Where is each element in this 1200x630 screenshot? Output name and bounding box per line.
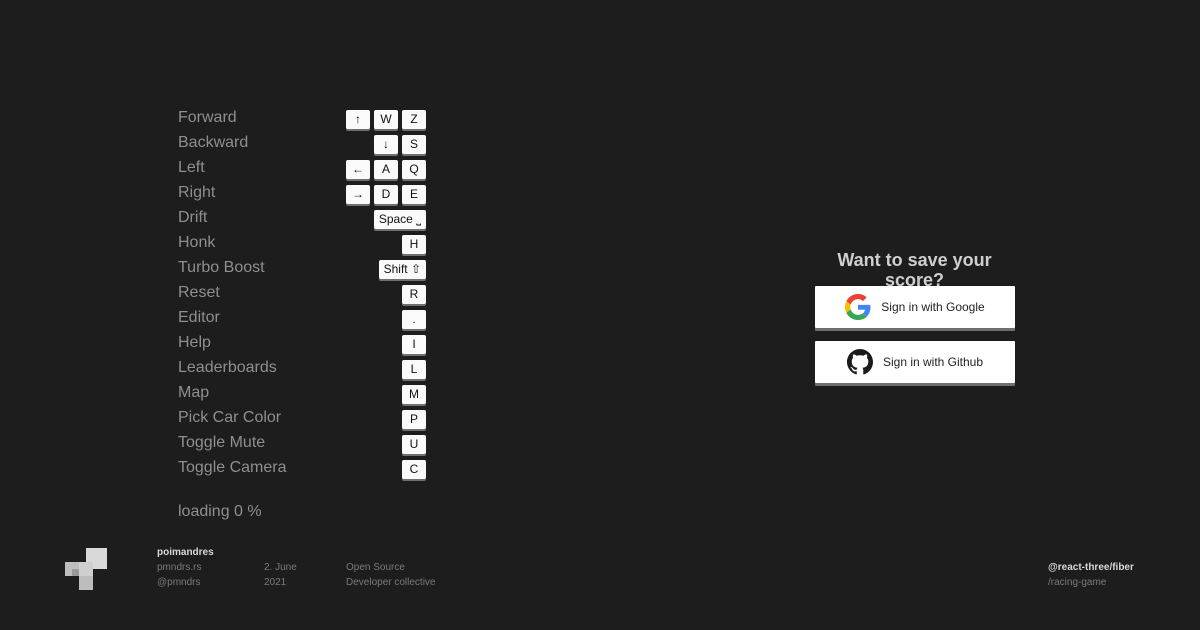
footer-tag-collective: Developer collective	[346, 577, 436, 588]
keycap: R	[402, 285, 426, 304]
control-keys: Space ⎵	[373, 210, 426, 229]
keycap: I	[402, 335, 426, 354]
control-action-label: Right	[178, 184, 216, 201]
control-keys: R	[402, 285, 426, 304]
footer-brand-block: poimandres pmndrs.rs @pmndrs	[157, 545, 214, 590]
control-action-label: Turbo Boost	[178, 259, 265, 276]
save-score-title: Want to save your score?	[837, 250, 992, 290]
github-signin-button[interactable]: Sign in with Github	[815, 341, 1015, 383]
control-action-label: Drift	[178, 209, 208, 226]
keycap: ↑	[346, 110, 370, 129]
control-row: Help I	[178, 332, 428, 357]
poimandres-logo	[65, 548, 107, 590]
keycap: P	[402, 410, 426, 429]
control-keys: I	[402, 335, 426, 354]
control-keys: C	[402, 460, 426, 479]
footer-brand: poimandres	[157, 547, 214, 558]
control-row: Right → D E	[178, 182, 428, 207]
footer-repo-link[interactable]: /racing-game	[1048, 575, 1134, 590]
keycap: ←	[346, 160, 370, 179]
control-keys: .	[402, 310, 426, 329]
control-row: Toggle Mute U	[178, 432, 428, 457]
control-keys: ↓ S	[374, 135, 426, 154]
control-action-label: Backward	[178, 134, 249, 151]
control-row: Leaderboards L	[178, 357, 428, 382]
keycap: Space ⎵	[373, 210, 426, 229]
control-keys: M	[402, 385, 426, 404]
keycap: ↓	[374, 135, 398, 154]
control-action-label: Pick Car Color	[178, 409, 282, 426]
footer-site-link[interactable]: pmndrs.rs	[157, 560, 214, 575]
control-action-label: Toggle Camera	[178, 459, 287, 476]
loading-status: loading 0 %	[178, 503, 262, 520]
footer-date-block: 2. June 2021	[264, 560, 297, 590]
control-row: Reset R	[178, 282, 428, 307]
keycap: D	[374, 185, 398, 204]
control-keys: P	[402, 410, 426, 429]
control-action-label: Leaderboards	[178, 359, 277, 376]
github-icon	[846, 349, 873, 375]
footer-tag-open-source: Open Source	[346, 562, 405, 573]
control-action-label: Reset	[178, 284, 220, 301]
keycap: E	[402, 185, 426, 204]
control-action-label: Toggle Mute	[178, 434, 266, 451]
keycap: W	[374, 110, 398, 129]
controls-list: Forward ↑ W Z Backward ↓ S Left ← A Q Right → D E Drift…	[178, 107, 428, 482]
google-icon	[845, 294, 871, 320]
footer-project-link[interactable]: @react-three/fiber	[1048, 560, 1134, 575]
control-row: Backward ↓ S	[178, 132, 428, 157]
control-row: Turbo Boost Shift ⇧	[178, 257, 428, 282]
control-action-label: Editor	[178, 309, 220, 326]
control-keys: Shift ⇧	[378, 260, 426, 279]
control-row: Left ← A Q	[178, 157, 428, 182]
control-action-label: Left	[178, 159, 205, 176]
keycap: Shift ⇧	[378, 260, 426, 279]
control-keys: U	[402, 435, 426, 454]
control-keys: L	[402, 360, 426, 379]
control-row: Editor.	[178, 307, 428, 332]
control-action-label: Forward	[178, 109, 237, 126]
control-action-label: Help	[178, 334, 211, 351]
control-row: Pick Car Color P	[178, 407, 428, 432]
keycap: Z	[402, 110, 426, 129]
control-keys: ← A Q	[346, 160, 426, 179]
google-signin-label: Sign in with Google	[881, 300, 985, 314]
keycap: A	[374, 160, 398, 179]
keycap: .	[402, 310, 426, 329]
keycap: Q	[402, 160, 426, 179]
control-keys: → D E	[346, 185, 426, 204]
footer-date-year: 2021	[264, 577, 287, 588]
google-signin-button[interactable]: Sign in with Google	[815, 286, 1015, 328]
control-row: Map M	[178, 382, 428, 407]
github-signin-label: Sign in with Github	[882, 355, 984, 369]
keycap: L	[402, 360, 426, 379]
keycap: H	[402, 235, 426, 254]
keycap: C	[402, 460, 426, 479]
save-score-panel: Want to save your score?	[807, 250, 1022, 290]
control-row: Honk H	[178, 232, 428, 257]
keycap: →	[346, 185, 370, 204]
footer-date-day: 2. June	[264, 562, 297, 573]
keycap: M	[402, 385, 426, 404]
control-action-label: Map	[178, 384, 210, 401]
control-row: Drift Space ⎵	[178, 207, 428, 232]
footer-handle-link[interactable]: @pmndrs	[157, 575, 214, 590]
control-row: Forward ↑ W Z	[178, 107, 428, 132]
footer-tagline-block: Open Source Developer collective	[346, 560, 436, 590]
control-row: Toggle Camera C	[178, 457, 428, 482]
control-keys: ↑ W Z	[346, 110, 426, 129]
control-keys: H	[402, 235, 426, 254]
footer-project-block: @react-three/fiber /racing-game	[1048, 560, 1134, 590]
keycap: U	[402, 435, 426, 454]
control-action-label: Honk	[178, 234, 216, 251]
keycap: S	[402, 135, 426, 154]
